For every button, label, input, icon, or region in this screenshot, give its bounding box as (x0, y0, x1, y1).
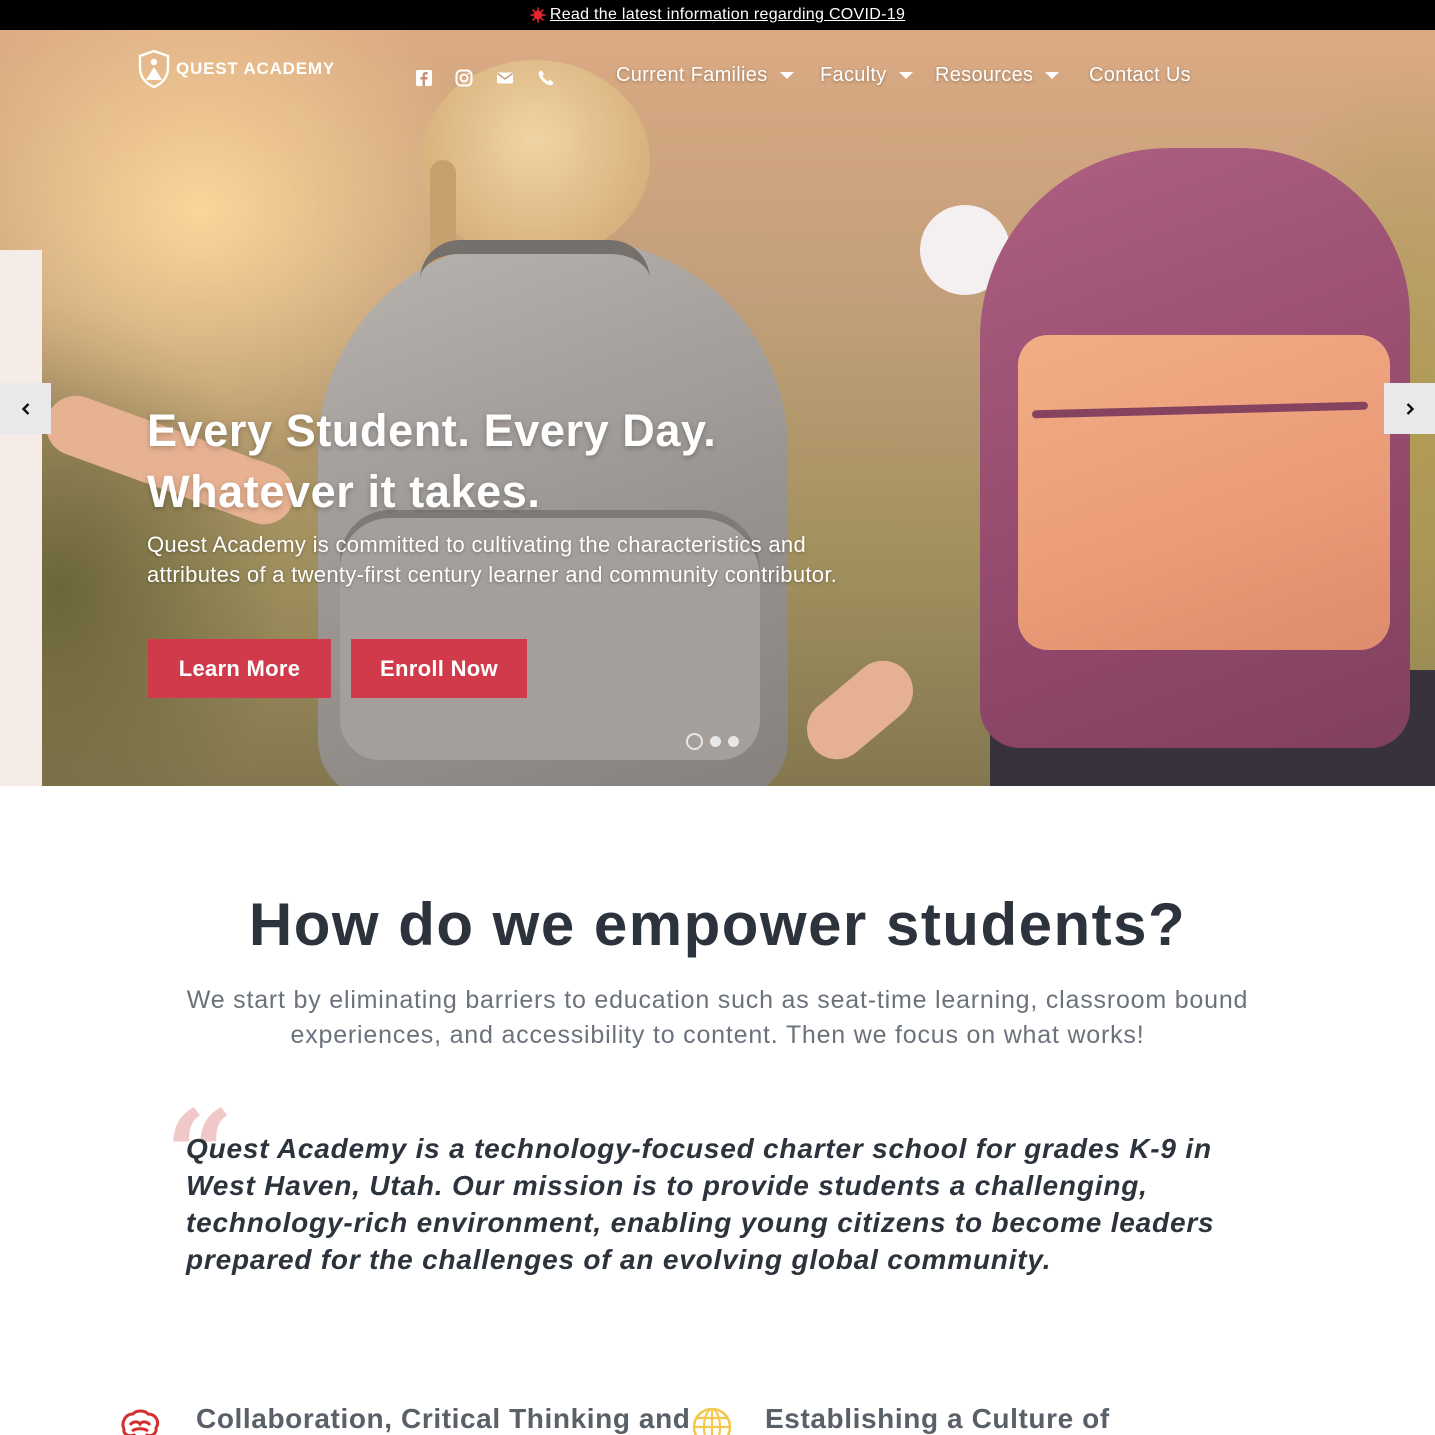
hero-photo-detail (430, 160, 456, 290)
covid-alert-link[interactable]: Read the latest information regarding CO… (530, 6, 905, 24)
slider-dot-2[interactable] (710, 736, 721, 747)
hero-photo-detail (1031, 401, 1369, 419)
enroll-now-button[interactable]: Enroll Now (351, 639, 527, 698)
slider-next-button[interactable] (1384, 383, 1435, 434)
nav-contact-us[interactable]: Contact Us (1089, 64, 1191, 87)
hero-photo-detail (980, 148, 1410, 748)
hero-title-line-2: Whatever it takes. (147, 466, 541, 517)
learn-more-button[interactable]: Learn More (148, 639, 331, 698)
phone-icon[interactable] (534, 66, 558, 90)
slider-dot-1[interactable] (686, 733, 703, 750)
nav-faculty[interactable]: Faculty (820, 64, 913, 87)
brain-icon (121, 1409, 160, 1435)
nav-current-families[interactable]: Current Families (616, 64, 794, 87)
chevron-down-icon[interactable] (779, 72, 794, 79)
instagram-icon[interactable] (452, 66, 476, 90)
hero-photo-detail (920, 205, 1010, 295)
logo-text: QUEST ACADEMY (176, 59, 336, 78)
slider-prev-button[interactable] (0, 383, 51, 434)
hero-photo-detail (990, 670, 1435, 786)
chevron-right-icon (1406, 402, 1414, 415)
covid-alert-text[interactable]: Read the latest information regarding CO… (550, 6, 905, 24)
hero-photo-detail (420, 60, 650, 260)
nav-resources[interactable]: Resources (935, 64, 1060, 87)
hero-title-line-1: Every Student. Every Day. (147, 405, 717, 456)
chevron-down-icon[interactable] (1045, 72, 1060, 79)
section-subtitle: We start by eliminating barriers to educ… (186, 986, 1249, 1049)
hero-photo-detail (1018, 335, 1390, 650)
nav-current-families-label[interactable]: Current Families (616, 64, 768, 87)
slider-pagination (686, 733, 739, 750)
hero-title: Every Student. Every Day. Whatever it ta… (147, 400, 947, 522)
hero-description: Quest Academy is committed to cultivatin… (147, 532, 838, 587)
facebook-icon[interactable] (412, 66, 436, 90)
hero-photo-detail (0, 250, 42, 786)
slider-dot-3[interactable] (728, 736, 739, 747)
feature-title-collaboration: Collaboration, Critical Thinking and (196, 1403, 691, 1434)
mission-quote: Quest Academy is a technology-focused ch… (186, 1133, 1215, 1275)
envelope-icon[interactable] (493, 66, 517, 90)
globe-icon (692, 1407, 732, 1435)
hero-photo-detail (420, 240, 650, 280)
covid-alert-bar: Read the latest information regarding CO… (0, 0, 1435, 30)
nav-resources-label[interactable]: Resources (935, 64, 1033, 87)
nav-faculty-label[interactable]: Faculty (820, 64, 887, 87)
hero-photo-detail (794, 648, 926, 772)
feature-title-culture: Establishing a Culture of (765, 1403, 1110, 1434)
chevron-down-icon[interactable] (898, 72, 913, 79)
shield-logo-icon (138, 50, 170, 88)
chevron-left-icon (21, 402, 29, 415)
section-title: How do we empower students? (248, 891, 1187, 958)
virus-icon (530, 7, 546, 23)
nav-contact-us-label[interactable]: Contact Us (1089, 64, 1191, 87)
site-logo[interactable]: QUEST ACADEMY (138, 50, 335, 88)
